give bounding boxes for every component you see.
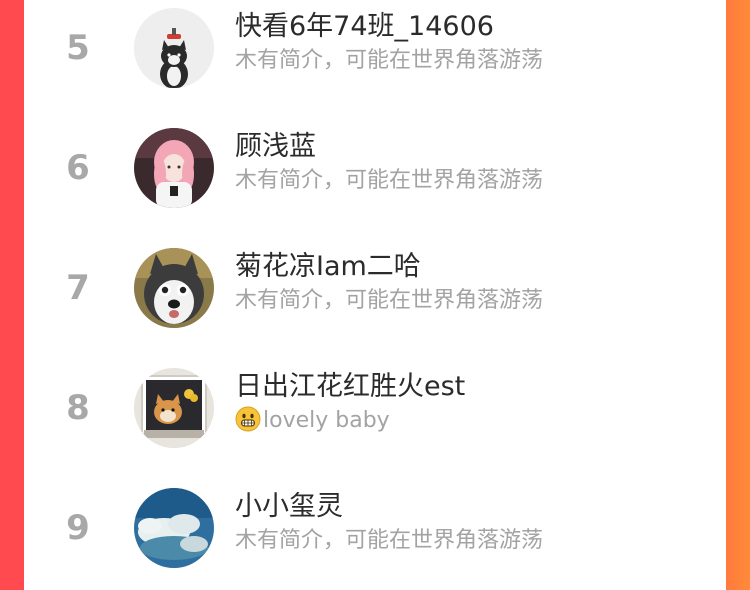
user-bio: 木有简介，可能在世界角落游荡 bbox=[235, 48, 544, 73]
list-item[interactable]: 6 顾浅蓝 木有简介，可能在世界角落游荡 bbox=[24, 120, 726, 230]
rank-number: 8 bbox=[66, 388, 90, 428]
user-name[interactable]: 顾浅蓝 bbox=[235, 130, 316, 164]
list-item[interactable]: 7 菊花凉Iam二哈 木有简介，可能在世界角落游荡 bbox=[24, 240, 726, 350]
user-bio: 木有简介，可能在世界角落游荡 bbox=[235, 528, 544, 553]
list-item[interactable]: 5 快看6年74班_14606 木有简介，可能在世界角落游荡 bbox=[24, 0, 726, 110]
user-name[interactable]: 小小玺灵 bbox=[235, 490, 343, 524]
user-name[interactable]: 日出江花红胜火est bbox=[235, 370, 465, 404]
user-bio: lovely baby bbox=[263, 408, 390, 433]
rank-number: 6 bbox=[66, 148, 90, 188]
cat-avatar[interactable] bbox=[134, 8, 214, 88]
girl-avatar[interactable] bbox=[134, 128, 214, 208]
rank-number: 7 bbox=[66, 268, 90, 308]
husky-avatar[interactable] bbox=[134, 248, 214, 328]
rank-number: 5 bbox=[66, 28, 90, 68]
ranking-list: 5 快看6年74班_14606 木有简介，可能在世界角落游荡 6 顾浅蓝 木有简… bbox=[24, 0, 726, 585]
user-bio: 木有简介，可能在世界角落游荡 bbox=[235, 288, 544, 313]
user-bio: 木有简介，可能在世界角落游荡 bbox=[235, 168, 544, 193]
sky-avatar[interactable] bbox=[134, 488, 214, 568]
grinning-face-icon bbox=[235, 406, 261, 432]
rank-number: 9 bbox=[66, 508, 90, 548]
user-bio-row: lovely baby bbox=[235, 406, 390, 436]
dog-frame-avatar[interactable] bbox=[134, 368, 214, 448]
user-name[interactable]: 快看6年74班_14606 bbox=[235, 10, 494, 44]
user-name[interactable]: 菊花凉Iam二哈 bbox=[235, 250, 421, 284]
list-item[interactable]: 9 小小玺灵 木有简介，可能在世界角落游荡 bbox=[24, 480, 726, 590]
list-item[interactable]: 8 日出江花红胜火est lovely baby bbox=[24, 360, 726, 470]
